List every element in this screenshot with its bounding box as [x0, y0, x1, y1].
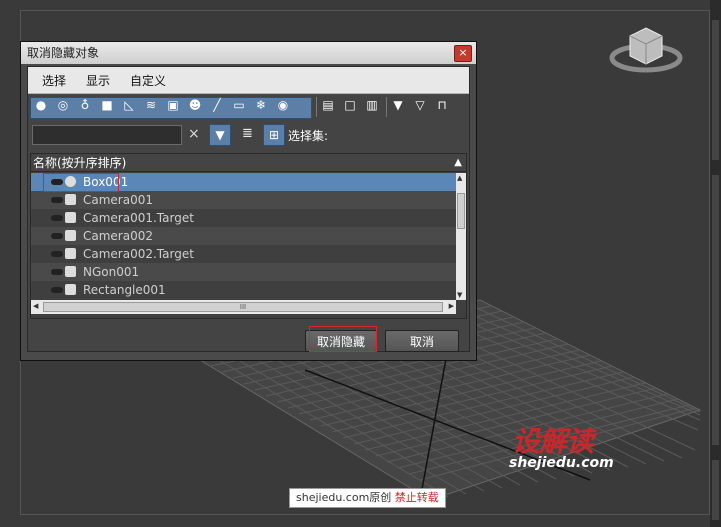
shape-icon: [65, 284, 76, 295]
bone-filter-icon[interactable]: ╱: [209, 97, 225, 113]
camera-icon: [65, 212, 76, 223]
command-panel-strip: [710, 0, 721, 527]
cancel-button[interactable]: 取消: [385, 330, 459, 352]
horizontal-scrollbar[interactable]: ◀ III ▶: [31, 300, 456, 314]
list-item[interactable]: NGon001: [31, 263, 456, 281]
shape-filter-icon[interactable]: ◎: [55, 97, 71, 113]
layers-icon[interactable]: ≣: [242, 126, 253, 141]
visibility-eye-icon[interactable]: [51, 233, 63, 239]
visibility-eye-icon[interactable]: [51, 197, 63, 203]
camera-filter-icon[interactable]: ■: [99, 97, 115, 113]
panel-segment: [712, 20, 719, 160]
dialog-titlebar[interactable]: 取消隐藏对象 ×: [21, 42, 476, 64]
panel-segment: [712, 460, 719, 520]
search-input[interactable]: [32, 125, 182, 145]
search-row: × ▼ ≣ ⊞ 选择集:: [28, 122, 469, 150]
copyright-prefix: shejiedu.com原创: [296, 491, 392, 504]
list-header-name-column[interactable]: 名称(按升序排序) ▲: [31, 154, 466, 172]
list-header-label: 名称(按升序排序): [33, 156, 127, 170]
list-none-icon[interactable]: □: [342, 97, 358, 113]
watermark-logo-2: 设解读: [512, 425, 594, 458]
container-open-icon[interactable]: ⊓: [434, 97, 450, 113]
watermark-url-2: shejiedu.com: [509, 455, 614, 471]
menu-select[interactable]: 选择: [42, 72, 66, 89]
visibility-eye-icon[interactable]: [51, 215, 63, 221]
item-name: Camera002.Target: [83, 247, 194, 261]
copyright-note: shejiedu.com原创 禁止转载: [289, 488, 446, 508]
spacewarp-filter-icon[interactable]: ≋: [143, 97, 159, 113]
camera-icon: [65, 248, 76, 259]
clear-search-icon[interactable]: ×: [188, 126, 200, 142]
scroll-left-icon[interactable]: ◀: [33, 302, 38, 310]
frozen-filter-icon[interactable]: ❄: [253, 97, 269, 113]
list-invert-icon[interactable]: ▥: [364, 97, 380, 113]
item-name: NGon001: [83, 265, 140, 279]
container-filter-icon[interactable]: ▭: [231, 97, 247, 113]
xref-filter-icon[interactable]: ☻: [187, 97, 203, 113]
close-button[interactable]: ×: [454, 45, 472, 62]
visibility-eye-icon[interactable]: [51, 287, 63, 293]
group-filter-icon[interactable]: ▣: [165, 97, 181, 113]
hidden-filter-icon[interactable]: ◉: [275, 97, 291, 113]
list-item[interactable]: Camera001.Target: [31, 209, 456, 227]
funnel-icon[interactable]: ▽: [412, 97, 428, 113]
list-all-icon[interactable]: ▤: [320, 97, 336, 113]
scroll-up-icon[interactable]: ▲: [457, 174, 462, 182]
scroll-right-icon[interactable]: ▶: [449, 302, 454, 310]
light-filter-icon[interactable]: ♁: [77, 97, 93, 113]
dialog-body: 选择 显示 自定义 ● ◎ ♁ ■ ◺ ≋ ▣ ☻ ╱ ▭ ❄ ◉ ▤ □ ▥ …: [27, 66, 470, 352]
menu-display[interactable]: 显示: [86, 72, 110, 89]
vertical-scrollbar[interactable]: ▲ ▼: [456, 173, 466, 300]
list-item[interactable]: Camera002: [31, 227, 456, 245]
list-item[interactable]: Rectangle001: [31, 281, 456, 299]
shape-icon: [65, 266, 76, 277]
dialog-title: 取消隐藏对象: [27, 46, 100, 60]
geometry-filter-icon[interactable]: ●: [33, 97, 49, 113]
list-item[interactable]: Camera001: [31, 191, 456, 209]
scroll-down-icon[interactable]: ▼: [457, 291, 462, 299]
item-name: Rectangle001: [83, 283, 166, 297]
hierarchy-button[interactable]: ⊞: [263, 124, 285, 146]
vertical-scroll-thumb[interactable]: [457, 193, 465, 229]
item-name: Camera001: [83, 193, 153, 207]
list-item[interactable]: Camera002.Target: [31, 245, 456, 263]
filter-toolbar: ● ◎ ♁ ■ ◺ ≋ ▣ ☻ ╱ ▭ ❄ ◉ ▤ □ ▥ ▼ ▽ ⊓: [28, 94, 469, 120]
sort-ascending-icon: ▲: [454, 157, 462, 168]
visibility-eye-icon[interactable]: [51, 251, 63, 257]
toolbar-separator: [316, 97, 317, 117]
highlight-box: [43, 173, 119, 192]
find-filter-button[interactable]: ▼: [209, 124, 231, 146]
visibility-eye-icon[interactable]: [51, 269, 63, 275]
highlight-box: [309, 326, 377, 352]
horizontal-scroll-thumb[interactable]: III: [43, 302, 443, 312]
object-list: 名称(按升序排序) ▲ Box001 Camera001 Camera001.T…: [30, 153, 467, 319]
menu-bar: 选择 显示 自定义: [28, 67, 469, 94]
item-name: Camera001.Target: [83, 211, 194, 225]
copyright-suffix: 禁止转载: [394, 491, 439, 504]
toolbar-separator: [386, 97, 387, 117]
camera-icon: [65, 194, 76, 205]
helper-filter-icon[interactable]: ◺: [121, 97, 137, 113]
panel-segment: [712, 175, 719, 445]
menu-customize[interactable]: 自定义: [130, 72, 166, 89]
filter-toggle-icon[interactable]: ▼: [390, 97, 406, 113]
selection-set-label: 选择集:: [288, 129, 329, 143]
unhide-objects-dialog: 取消隐藏对象 × 选择 显示 自定义 ● ◎ ♁ ■ ◺ ≋ ▣ ☻ ╱ ▭ ❄…: [20, 41, 477, 361]
camera-icon: [65, 230, 76, 241]
viewcube-icon[interactable]: [608, 14, 684, 76]
item-name: Camera002: [83, 229, 153, 243]
